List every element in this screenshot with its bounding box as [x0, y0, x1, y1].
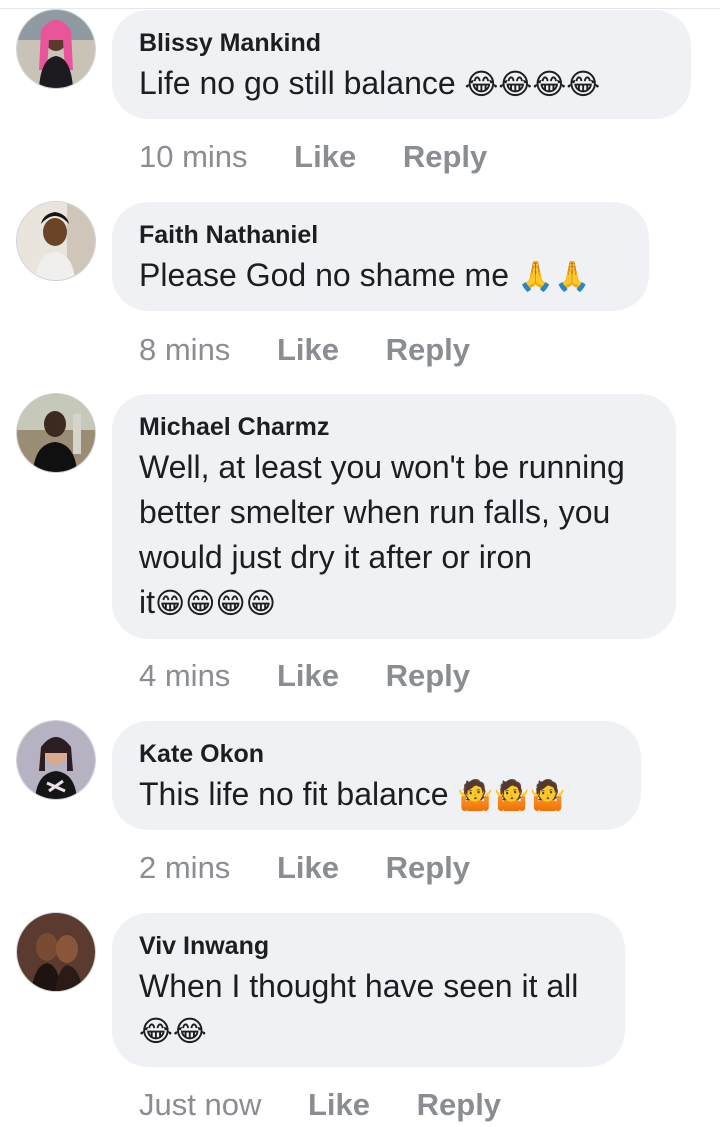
- timestamp[interactable]: 10 mins: [139, 137, 248, 177]
- comment-actions: 8 mins Like Reply: [139, 330, 470, 370]
- comment-text: Please God no shame me 🙏🙏: [139, 253, 621, 299]
- comment-text: Well, at least you won't be running bett…: [139, 445, 648, 626]
- like-button[interactable]: Like: [277, 656, 339, 696]
- comment-text-tail: it: [139, 584, 155, 620]
- comment-text-line: would just dry it after or iron: [139, 539, 533, 575]
- comment-bubble: Viv Inwang When I thought have seen it a…: [112, 913, 625, 1067]
- reply-button[interactable]: Reply: [403, 137, 487, 177]
- reply-button[interactable]: Reply: [386, 330, 470, 370]
- like-button[interactable]: Like: [277, 330, 339, 370]
- like-button[interactable]: Like: [308, 1085, 370, 1125]
- comment-bubble: Michael Charmz Well, at least you won't …: [112, 394, 676, 639]
- like-button[interactable]: Like: [277, 848, 339, 888]
- avatar[interactable]: [17, 721, 95, 799]
- comment-text-line: better smelter when run falls, you: [139, 494, 611, 530]
- comment-text-body: When I thought have seen it all: [139, 968, 579, 1004]
- author-name[interactable]: Faith Nathaniel: [139, 220, 621, 250]
- author-name[interactable]: Blissy Mankind: [139, 28, 663, 58]
- comment-text-body: This life no fit balance: [139, 776, 449, 812]
- comment-bubble: Kate Okon This life no fit balance 🤷🤷🤷: [112, 721, 641, 830]
- comment-actions: Just now Like Reply: [139, 1085, 501, 1125]
- avatar[interactable]: [17, 10, 95, 88]
- author-name[interactable]: Viv Inwang: [139, 931, 597, 961]
- comment-actions: 4 mins Like Reply: [139, 656, 470, 696]
- comment-bubble: Blissy Mankind Life no go still balance …: [112, 10, 691, 119]
- avatar[interactable]: [17, 913, 95, 991]
- avatar[interactable]: [17, 394, 95, 472]
- top-divider: [0, 8, 720, 9]
- comment-text: Life no go still balance 😂😂😂😂: [139, 61, 663, 107]
- grinning-emoji: 😁😁😁😁: [155, 586, 276, 620]
- timestamp[interactable]: 4 mins: [139, 656, 230, 696]
- comment-actions: 2 mins Like Reply: [139, 848, 470, 888]
- laughing-emoji: 😂😂😂😂: [464, 67, 601, 101]
- praying-hands-emoji: 🙏🙏: [517, 259, 591, 293]
- comment-text-body: Life no go still balance: [139, 65, 456, 101]
- comment-text-line: Well, at least you won't be running: [139, 449, 625, 485]
- comment-bubble: Faith Nathaniel Please God no shame me 🙏…: [112, 202, 649, 311]
- avatar[interactable]: [17, 202, 95, 280]
- comment-text-body: Please God no shame me: [139, 257, 509, 293]
- reply-button[interactable]: Reply: [386, 848, 470, 888]
- reply-button[interactable]: Reply: [417, 1085, 501, 1125]
- like-button[interactable]: Like: [294, 137, 356, 177]
- comment-actions: 10 mins Like Reply: [139, 137, 487, 177]
- timestamp[interactable]: 2 mins: [139, 848, 230, 888]
- shrug-emoji: 🤷🤷🤷: [457, 778, 566, 812]
- timestamp[interactable]: Just now: [139, 1085, 261, 1125]
- author-name[interactable]: Michael Charmz: [139, 412, 648, 442]
- laughing-emoji: 😂😂: [139, 1014, 207, 1048]
- timestamp[interactable]: 8 mins: [139, 330, 230, 370]
- reply-button[interactable]: Reply: [386, 656, 470, 696]
- comment-text-line: it😁😁😁😁: [139, 580, 648, 626]
- comment-text: When I thought have seen it all 😂😂: [139, 964, 597, 1054]
- comment-text: This life no fit balance 🤷🤷🤷: [139, 772, 613, 818]
- author-name[interactable]: Kate Okon: [139, 739, 613, 769]
